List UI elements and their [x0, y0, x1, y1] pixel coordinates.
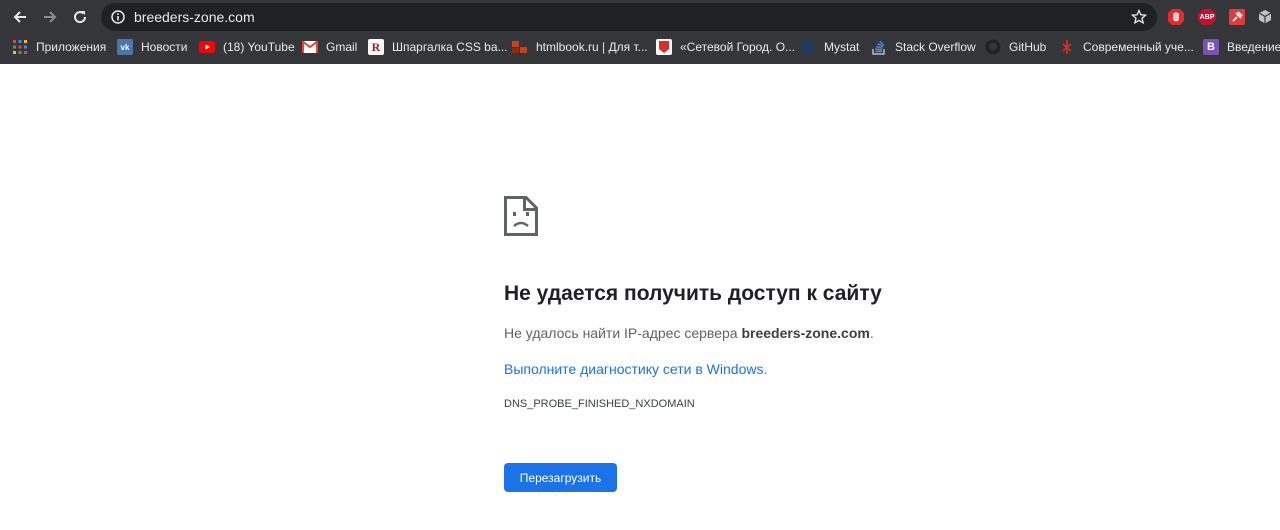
bookmark-youtube[interactable]: (18) YouTube — [199, 35, 295, 59]
bookmark-label: Новости — [141, 40, 188, 54]
forward-arrow-icon — [44, 11, 57, 23]
r-icon: R — [368, 39, 384, 55]
desc-prefix: Не удалось найти IP-адрес сервера — [504, 325, 742, 341]
bookmark-label: Приложения — [36, 40, 107, 54]
url-text[interactable]: breeders-zone.com — [134, 9, 255, 25]
error-title: Не удается получить доступ к сайту — [504, 282, 882, 305]
bookmark-mystat[interactable]: Mystat — [800, 35, 859, 59]
address-bar[interactable]: breeders-zone.com — [101, 3, 1157, 31]
bookmark-vk-news[interactable]: vk Новости — [117, 35, 187, 59]
modern-learning-icon — [1059, 39, 1075, 55]
sad-document-icon — [504, 196, 538, 236]
bookmark-bootstrap-intro[interactable]: B Введение. — [1203, 35, 1280, 59]
mystat-icon — [800, 39, 816, 55]
htmlbook-icon — [512, 39, 528, 55]
bookmark-stackoverflow[interactable]: Stack Overflow — [871, 35, 976, 59]
pin-extension-icon[interactable] — [1228, 8, 1246, 26]
bookmark-label: (18) YouTube — [223, 40, 295, 54]
bookmark-css-cheatsheet[interactable]: R Шпаргалка CSS ba... — [368, 35, 508, 59]
bookmark-label: «Сетевой Город. О... — [680, 40, 796, 54]
bookmark-label: Шпаргалка CSS ba... — [392, 40, 508, 54]
gmail-icon — [302, 39, 318, 55]
netcity-icon — [656, 39, 672, 55]
browser-toolbar: breeders-zone.com ABP — [0, 0, 1280, 34]
browser-chrome: breeders-zone.com ABP Приложения vk Ново… — [0, 0, 1280, 64]
bookmark-label: htmlbook.ru | Для т... — [536, 40, 648, 54]
bookmark-github[interactable]: GitHub — [985, 35, 1046, 59]
bookmarks-bar: Приложения vk Новости (18) YouTube Gmail… — [0, 34, 1280, 60]
apps-grid-icon — [12, 39, 28, 55]
bookmark-apps[interactable]: Приложения — [12, 35, 106, 59]
back-button[interactable] — [5, 2, 35, 32]
bookmark-gmail[interactable]: Gmail — [302, 35, 357, 59]
bookmark-label: Gmail — [326, 40, 358, 54]
stackoverflow-icon — [871, 39, 887, 55]
error-code: DNS_PROBE_FINISHED_NXDOMAIN — [504, 398, 695, 410]
bookmark-modern-learning[interactable]: Современный уче... — [1059, 35, 1194, 59]
network-diagnostics-link[interactable]: Выполните диагностику сети в Windows. — [504, 361, 767, 377]
cube-extension-icon[interactable] — [1256, 8, 1274, 26]
forward-button[interactable] — [35, 2, 65, 32]
vk-icon: vk — [117, 39, 133, 55]
bookmark-htmlbook[interactable]: htmlbook.ru | Для т... — [512, 35, 648, 59]
bookmark-star-icon[interactable] — [1130, 8, 1148, 30]
adblock-shield-icon[interactable] — [1167, 8, 1185, 26]
bookmark-label: Mystat — [824, 40, 860, 54]
bootstrap-icon: B — [1203, 39, 1219, 55]
reload-toolbar-button[interactable] — [65, 2, 95, 32]
github-icon — [985, 39, 1001, 55]
bookmark-label: Stack Overflow — [895, 40, 976, 54]
abp-label: ABP — [1199, 13, 1215, 21]
abp-icon[interactable]: ABP — [1197, 8, 1217, 26]
reload-button[interactable]: Перезагрузить — [504, 463, 617, 492]
bookmark-label: GitHub — [1009, 40, 1047, 54]
bookmark-label: Введение. — [1227, 40, 1280, 54]
youtube-icon — [199, 39, 215, 55]
desc-suffix: . — [869, 325, 874, 341]
error-host: breeders-zone.com — [741, 325, 870, 341]
reload-icon — [74, 11, 87, 24]
bookmark-label: Современный уче... — [1083, 40, 1194, 54]
back-arrow-icon — [13, 11, 26, 23]
error-description: Не удалось найти IP-адрес сервера breede… — [504, 325, 874, 341]
bookmark-netcity[interactable]: «Сетевой Город. О... — [656, 35, 795, 59]
info-icon[interactable] — [110, 9, 126, 25]
